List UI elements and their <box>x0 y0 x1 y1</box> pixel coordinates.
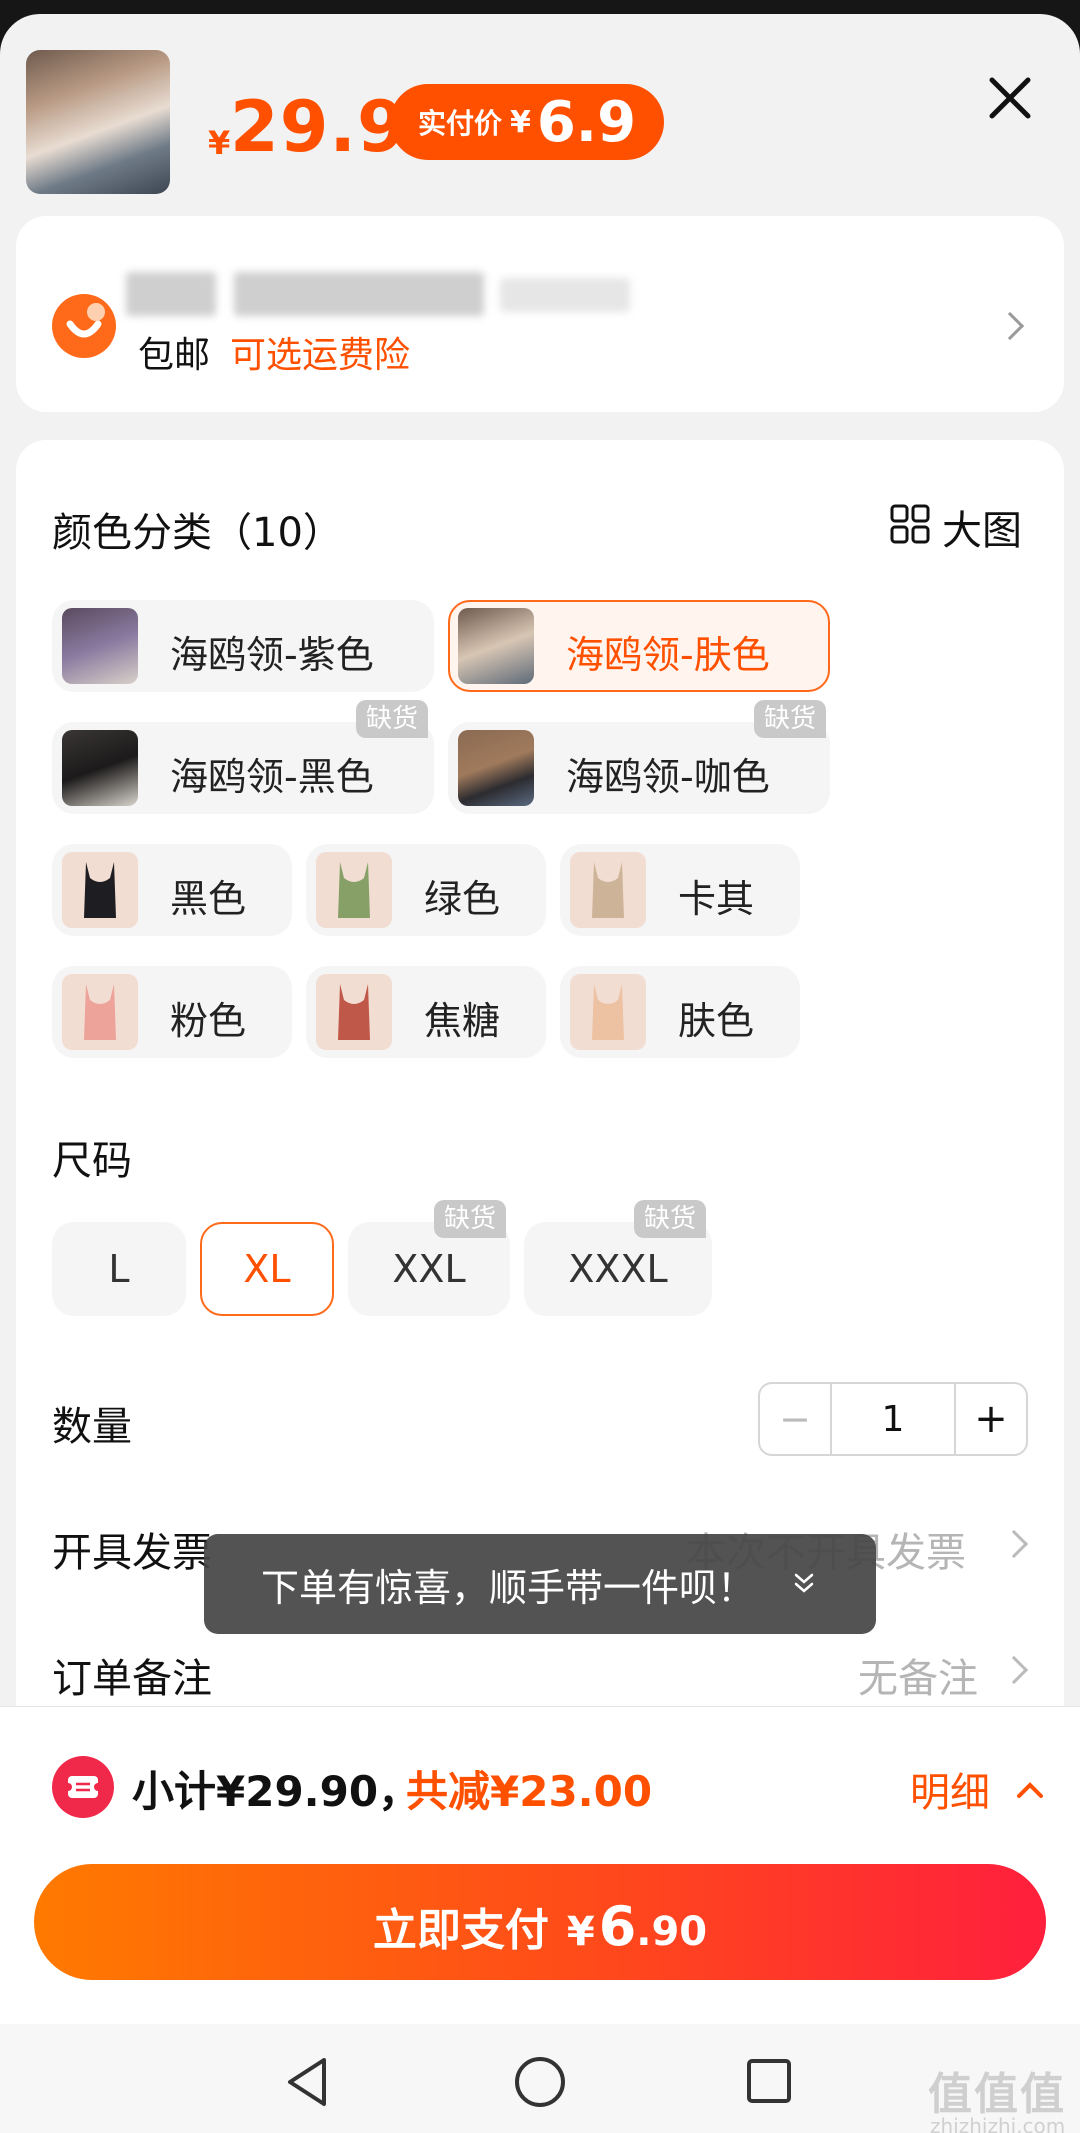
color-option-label: 绿色 <box>424 877 501 921</box>
total-discount: 共减¥23.00 <box>406 1767 653 1816</box>
quantity-increment-button[interactable]: + <box>954 1384 1026 1454</box>
actual-price-currency: ¥ <box>509 104 531 140</box>
promo-toast[interactable]: 下单有惊喜，顺手带一件呗！ <box>204 1534 876 1634</box>
pay-amount-integer: 6 <box>598 1895 637 1958</box>
redacted-text <box>500 278 630 312</box>
color-option-image <box>570 974 646 1050</box>
pay-now-label: 立即支付 <box>372 1905 549 1956</box>
quantity-value[interactable]: 1 <box>832 1384 954 1454</box>
pay-now-button[interactable]: 立即支付 ¥ 6 .90 <box>34 1864 1046 1980</box>
coupon-icon <box>52 1756 114 1818</box>
color-option-image <box>458 730 534 806</box>
redacted-text <box>234 272 484 316</box>
invoice-label: 开具发票 <box>52 1530 212 1576</box>
recents-icon[interactable] <box>744 2056 794 2106</box>
color-option-label: 海鸥领-黑色 <box>170 755 374 799</box>
grid-icon[interactable] <box>890 504 930 544</box>
size-section-title: 尺码 <box>52 1138 132 1184</box>
back-icon[interactable] <box>282 2054 332 2110</box>
pay-amount-decimal: .90 <box>636 1909 708 1955</box>
sku-sheet: ¥ 29.9 实付价 ¥ 6.9 包邮 可选运费险 颜色分类（10） 大图 海鸥… <box>0 14 1080 2133</box>
color-option-label: 焦糖 <box>424 999 501 1043</box>
remark-value[interactable]: 无备注 <box>858 1646 978 1704</box>
chevron-up-icon <box>1016 1782 1043 1798</box>
out-of-stock-badge: 缺货 <box>754 700 827 738</box>
price-currency: ¥ <box>208 124 231 162</box>
color-option-image <box>62 852 138 928</box>
watermark-url: zhizhizhi.com <box>930 2114 1066 2133</box>
shipping-insurance-link[interactable]: 可选运费险 <box>230 326 410 378</box>
price-detail-toggle[interactable]: 明细 <box>910 1760 1047 1818</box>
redacted-text <box>126 272 216 316</box>
remark-label: 订单备注 <box>52 1656 212 1702</box>
color-option-label: 黑色 <box>170 877 247 921</box>
quantity-decrement-button[interactable]: − <box>760 1384 832 1454</box>
color-option-label: 海鸥领-咖色 <box>566 755 770 799</box>
shipping-logo-icon <box>52 294 116 358</box>
double-chevron-down-icon <box>794 1573 814 1593</box>
color-option-label: 粉色 <box>170 999 247 1043</box>
color-option-image <box>570 852 646 928</box>
size-option-selected[interactable]: XL <box>200 1222 334 1316</box>
color-section-title: 颜色分类（10） <box>52 510 343 556</box>
close-icon[interactable] <box>982 70 1038 126</box>
pay-currency: ¥ <box>566 1909 595 1955</box>
promo-toast-text: 下单有惊喜，顺手带一件呗！ <box>260 1565 755 1610</box>
price: 29.9 <box>230 86 407 168</box>
actual-price-value: 6.9 <box>536 89 637 155</box>
home-icon[interactable] <box>512 2054 568 2110</box>
watermark-logo: 值值值 <box>928 2069 1066 2120</box>
color-option-label: 海鸥领-紫色 <box>170 633 374 677</box>
color-option-label: 海鸥领-肤色 <box>566 633 770 677</box>
color-option-image <box>316 974 392 1050</box>
color-option-image <box>62 730 138 806</box>
color-option-image <box>62 974 138 1050</box>
price-detail-label: 明细 <box>910 1770 990 1816</box>
quantity-stepper: − 1 + <box>758 1382 1028 1456</box>
actual-price-label: 实付价 <box>417 107 502 140</box>
color-option-label: 卡其 <box>678 877 755 921</box>
free-shipping-label: 包邮 <box>138 335 211 376</box>
big-image-toggle[interactable]: 大图 <box>942 498 1022 556</box>
color-option-image <box>316 852 392 928</box>
product-thumbnail[interactable] <box>26 50 170 194</box>
out-of-stock-badge: 缺货 <box>634 1200 707 1238</box>
out-of-stock-badge: 缺货 <box>356 700 429 738</box>
actual-price-badge: 实付价 ¥ 6.9 <box>390 84 664 160</box>
out-of-stock-badge: 缺货 <box>434 1200 507 1238</box>
size-option[interactable]: L <box>52 1222 186 1316</box>
color-option-image <box>458 608 534 684</box>
color-option-label: 肤色 <box>678 999 755 1043</box>
subtotal: 小计¥29.90， <box>132 1767 421 1816</box>
quantity-label: 数量 <box>52 1404 132 1450</box>
color-option-image <box>62 608 138 684</box>
